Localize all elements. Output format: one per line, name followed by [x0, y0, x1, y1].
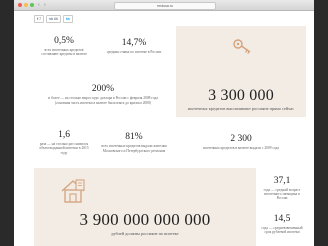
stat-value: 200%	[91, 84, 115, 95]
twitter-icon: tw	[65, 17, 70, 21]
stat-card-moscow-share: 81% всех ипотечных кредитов выдали жител…	[96, 119, 172, 166]
stat-card-loan-term: 14,5 года — средневзвешенный срок рублев…	[258, 210, 306, 246]
stat-caption: рублей должны россияне по ипотеке	[111, 231, 179, 236]
stat-value: 14,7%	[121, 37, 147, 48]
stat-caption: года — средневзвешенный срок рублевой ип…	[261, 226, 303, 235]
stat-caption: всех ипотечных кредитов составляют креди…	[41, 47, 87, 56]
stat-value: 1,6	[58, 130, 70, 141]
maximize-window-button[interactable]	[30, 3, 34, 7]
facebook-share-count: 7	[39, 17, 42, 21]
stat-value: 81%	[125, 132, 143, 143]
stat-caption: и более — на столько вырос курс доллара …	[48, 96, 158, 105]
close-window-button[interactable]	[18, 3, 22, 7]
browser-window: ‹ › rmdusa.ru f 7 vk 66 tw 0,5% всех ипо…	[14, 0, 314, 246]
vk-share-count: 66	[54, 17, 58, 21]
facebook-icon: f	[37, 17, 39, 21]
stat-value: 14,5	[273, 214, 291, 224]
address-bar[interactable]: rmdusa.ru	[114, 2, 216, 10]
stat-caption: ипотечных кредитов в валюте выдали с 200…	[203, 146, 279, 151]
stat-caption: средняя ставка по ипотеке в России	[106, 49, 162, 54]
minimize-window-button[interactable]	[24, 3, 28, 7]
stat-card-active-loans: 3 300 000 ипотечных кредитов выплачивают…	[176, 26, 306, 117]
stat-value: 3 300 000	[208, 87, 274, 104]
back-icon[interactable]: ‹	[38, 2, 40, 8]
stat-caption: года — средний возраст ипотечного заемщи…	[263, 187, 301, 201]
facebook-share-button[interactable]: f 7	[34, 15, 45, 23]
stat-caption: ипотечных кредитов выплачивают россияне …	[187, 106, 295, 111]
vk-share-button[interactable]: vk 66	[46, 15, 61, 23]
share-bar: f 7 vk 66 tw	[34, 15, 73, 23]
stat-card-volume-drop: 1,6 раза — на столько раз снизился объем…	[34, 119, 94, 166]
stat-card-dollar-growth: 200% и более — на столько вырос курс дол…	[34, 72, 172, 117]
stat-card-borrower-age: 37,1 года — средний возраст ипотечного з…	[258, 168, 306, 208]
stat-caption: раза — на столько раз снизился объем выд…	[39, 142, 89, 155]
stat-value: 37,1	[273, 175, 291, 186]
house-document-icon	[61, 179, 85, 203]
forward-icon[interactable]: ›	[44, 2, 46, 8]
stat-card-average-rate: 14,7% средняя ставка по ипотеке в России	[96, 26, 172, 66]
stat-value: 2 300	[230, 134, 252, 145]
keys-icon	[233, 39, 251, 54]
vk-icon: vk	[49, 17, 54, 21]
browser-titlebar: ‹ › rmdusa.ru	[14, 0, 314, 11]
stat-card-foreign-currency-share: 0,5% всех ипотечных кредитов составляют …	[34, 26, 94, 66]
stat-value: 0,5%	[54, 35, 74, 46]
stat-card-fx-loans-since-2009: 2 300 ипотечных кредитов в валюте выдали…	[176, 119, 306, 166]
twitter-share-button[interactable]: tw	[62, 15, 73, 23]
stat-card-total-debt: 3 900 000 000 000 рублей должны россияне…	[34, 168, 256, 246]
stat-caption: всех ипотечных кредитов выдали жителям М…	[101, 144, 167, 153]
stat-value: 3 900 000 000 000	[79, 210, 211, 229]
